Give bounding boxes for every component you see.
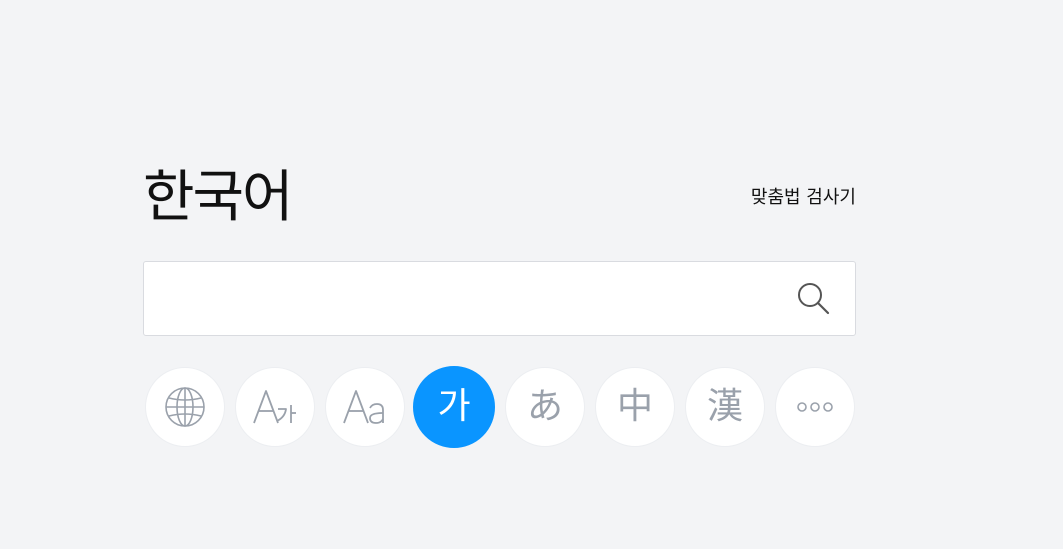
language-button-english-korean[interactable] [235, 367, 315, 447]
search-box [143, 261, 856, 337]
header: 한국어 맞춤법 검사기 [143, 160, 856, 240]
language-button-hanja[interactable]: 漢 [685, 367, 765, 447]
dictionary-panel: 한국어 맞춤법 검사기 가 あ 中 漢 [143, 160, 856, 448]
chinese-label: 中 [616, 386, 653, 427]
language-button-english[interactable] [325, 367, 405, 447]
more-icon [797, 402, 833, 412]
search-button[interactable] [795, 280, 833, 318]
japanese-label: あ [526, 386, 563, 427]
globe-icon [165, 387, 205, 427]
hanja-label: 漢 [706, 386, 743, 427]
language-selector: 가 あ 中 漢 [143, 366, 856, 449]
language-button-chinese[interactable]: 中 [595, 367, 675, 447]
language-button-japanese[interactable]: あ [505, 367, 585, 447]
page-title: 한국어 [143, 165, 294, 230]
english-icon [343, 390, 384, 424]
korean-label: 가 [437, 386, 471, 427]
spell-checker-link[interactable]: 맞춤법 검사기 [751, 186, 856, 210]
search-icon [798, 283, 830, 315]
more-languages-button[interactable] [775, 367, 855, 447]
language-button-all[interactable] [145, 367, 225, 447]
search-input[interactable] [158, 262, 782, 337]
language-button-korean[interactable]: 가 [413, 366, 495, 448]
english-korean-icon [253, 390, 296, 424]
